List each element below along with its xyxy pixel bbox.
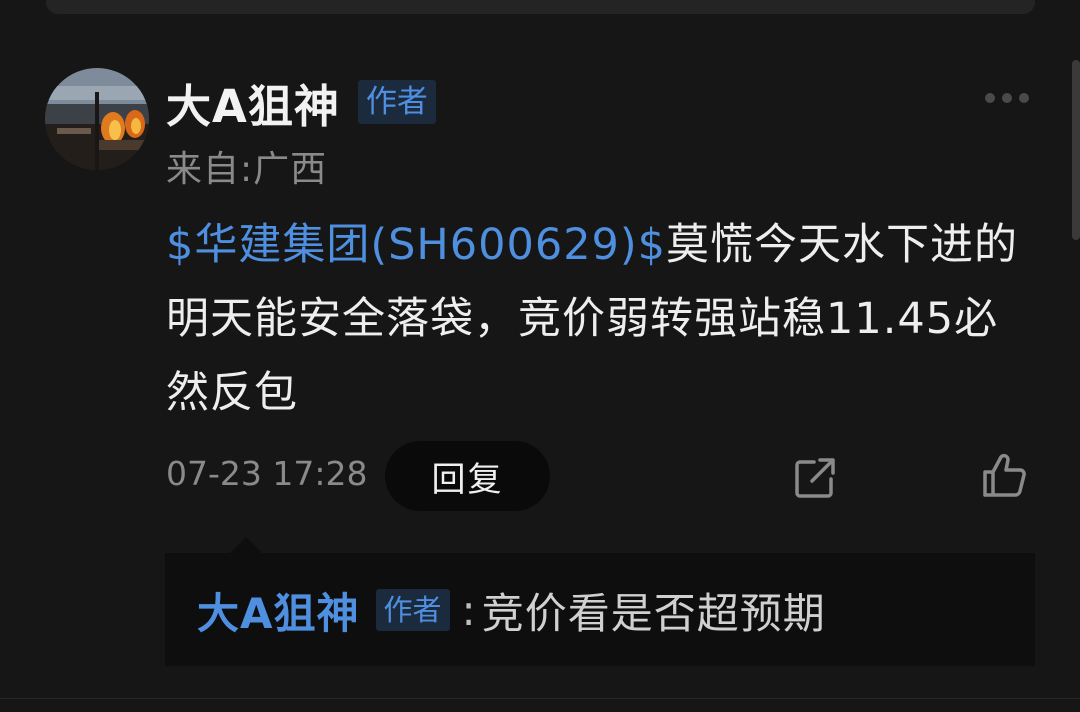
author-name[interactable]: 大A狙神: [166, 70, 340, 135]
share-icon[interactable]: [792, 455, 838, 501]
more-dot: [1019, 93, 1029, 103]
avatar[interactable]: [45, 68, 149, 170]
reply-author-badge: 作者: [375, 589, 450, 631]
scrollbar[interactable]: [1072, 60, 1080, 240]
location-label: 来自:广西: [166, 149, 328, 190]
divider: [0, 698, 1080, 699]
timestamp: 07-23 17:28: [166, 454, 368, 493]
author-row: 大A狙神 作者: [166, 70, 436, 135]
reply-pointer: [230, 537, 262, 553]
reply-button[interactable]: 回复: [385, 441, 550, 511]
avatar-image: [45, 68, 149, 170]
thumbs-up-icon[interactable]: [980, 452, 1028, 500]
reply-line: 大A狙神 作者 : 竞价看是否超预期: [197, 579, 826, 641]
author-badge: 作者: [357, 80, 436, 124]
reply-author[interactable]: 大A狙神: [197, 580, 360, 641]
reply-box[interactable]: 大A狙神 作者 : 竞价看是否超预期: [165, 553, 1035, 666]
top-input-bar[interactable]: [46, 0, 1035, 14]
stock-link[interactable]: $华建集团(SH600629)$: [166, 220, 666, 270]
reply-colon: :: [461, 585, 476, 635]
more-dot: [1002, 93, 1012, 103]
reply-text: 竞价看是否超预期: [481, 588, 826, 638]
more-horizontal-icon[interactable]: [985, 88, 1035, 108]
more-dot: [985, 93, 995, 103]
post-content: $华建集团(SH600629)$莫慌今天水下进的明天能安全落袋，竞价弱转强站稳1…: [166, 208, 1041, 430]
